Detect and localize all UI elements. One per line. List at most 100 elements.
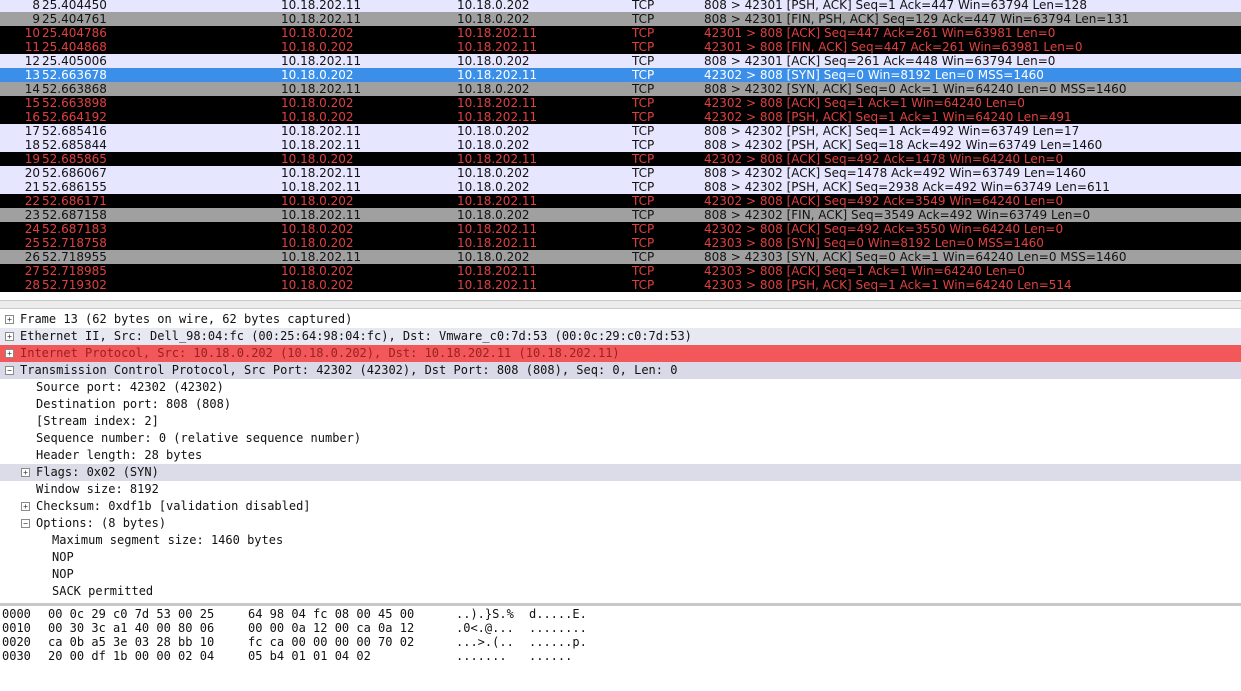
packet-row[interactable]: 19 52.685865 10.18.0.202 10.18.202.11 TCP 423… — [0, 152, 1241, 166]
packet-number: 28 — [24, 278, 40, 292]
packet-info: 42302 > 808 [ACK] Seq=492 Ack=3550 Win=6… — [704, 222, 1064, 236]
detail-tree-item[interactable]: Window size: 8192 — [0, 481, 1241, 498]
packet-row[interactable]: 15 52.663898 10.18.0.202 10.18.202.11 TCP 423… — [0, 96, 1241, 110]
packet-number: 21 — [24, 180, 40, 194]
packet-destination: 10.18.202.11 — [457, 96, 538, 110]
packet-source: 10.18.202.11 — [281, 0, 362, 12]
detail-tree-label: Window size: 8192 — [36, 482, 159, 496]
packet-row[interactable]: 11 25.404868 10.18.0.202 10.18.202.11 TCP 423… — [0, 40, 1241, 54]
expand-icon[interactable]: + — [21, 502, 30, 511]
packet-source: 10.18.0.202 — [281, 194, 354, 208]
packet-destination: 10.18.202.11 — [457, 222, 538, 236]
packet-protocol: TCP — [632, 194, 655, 208]
detail-tree-item[interactable]: − Options: (8 bytes) — [0, 515, 1241, 532]
packet-number: 25 — [24, 236, 40, 250]
packet-row[interactable]: 16 52.664192 10.18.0.202 10.18.202.11 TCP 423… — [0, 110, 1241, 124]
packet-protocol: TCP — [632, 68, 655, 82]
packet-row[interactable]: 26 52.718955 10.18.202.11 10.18.0.202 TCP 808… — [0, 250, 1241, 264]
packet-destination: 10.18.202.11 — [457, 110, 538, 124]
detail-tree-item[interactable]: − Transmission Control Protocol, Src Port… — [0, 362, 1241, 379]
detail-tree-item[interactable]: Source port: 42302 (42302) — [0, 379, 1241, 396]
packet-time: 25.405006 — [42, 54, 107, 68]
detail-tree-label: Flags: 0x02 (SYN) — [36, 465, 159, 479]
packet-row[interactable]: 17 52.685416 10.18.202.11 10.18.0.202 TCP 808… — [0, 124, 1241, 138]
detail-tree-label: NOP — [52, 550, 74, 564]
packet-source: 10.18.0.202 — [281, 278, 354, 292]
packet-list[interactable]: 8 25.404450 10.18.202.11 10.18.0.202 TCP 808 … — [0, 0, 1241, 300]
detail-tree-item[interactable]: NOP — [0, 549, 1241, 566]
packet-row[interactable]: 12 25.405006 10.18.202.11 10.18.0.202 TCP 808… — [0, 54, 1241, 68]
detail-tree-item[interactable]: + Ethernet II, Src: Dell_98:04:fc (00:25:… — [0, 328, 1241, 345]
packet-destination: 10.18.202.11 — [457, 264, 538, 278]
packet-time: 52.686155 — [42, 180, 107, 194]
hex-ascii: ........ — [529, 621, 587, 635]
detail-tree-item[interactable]: + Checksum: 0xdf1b [validation disabled] — [0, 498, 1241, 515]
packet-source: 10.18.202.11 — [281, 138, 362, 152]
packet-row[interactable]: 24 52.687183 10.18.0.202 10.18.202.11 TCP 423… — [0, 222, 1241, 236]
packet-details-tree[interactable]: + Frame 13 (62 bytes on wire, 62 bytes ca… — [0, 310, 1241, 603]
detail-tree-item[interactable]: SACK permitted — [0, 583, 1241, 600]
collapse-icon[interactable]: − — [5, 366, 14, 375]
packet-row[interactable]: 28 52.719302 10.18.0.202 10.18.202.11 TCP 423… — [0, 278, 1241, 292]
packet-source: 10.18.202.11 — [281, 180, 362, 194]
detail-tree-label: Sequence number: 0 (relative sequence nu… — [36, 431, 362, 445]
packet-number: 16 — [24, 110, 40, 124]
pane-splitter[interactable] — [0, 300, 1241, 309]
packet-protocol: TCP — [632, 0, 655, 12]
packet-time: 52.686171 — [42, 194, 107, 208]
detail-tree-label: NOP — [52, 567, 74, 581]
hex-bytes: 05 b4 01 01 04 02 — [248, 649, 371, 663]
hex-bytes: 00 00 0a 12 00 ca 0a 12 — [248, 621, 415, 635]
hex-ascii: d.....E. — [529, 607, 587, 621]
packet-time: 52.663678 — [42, 68, 107, 82]
detail-tree-item[interactable]: + Flags: 0x02 (SYN) — [0, 464, 1241, 481]
expand-icon[interactable]: + — [5, 349, 14, 358]
detail-tree-item[interactable]: Sequence number: 0 (relative sequence nu… — [0, 430, 1241, 447]
detail-tree-item[interactable]: Header length: 28 bytes — [0, 447, 1241, 464]
packet-destination: 10.18.202.11 — [457, 40, 538, 54]
packet-time: 52.663868 — [42, 82, 107, 96]
packet-row[interactable]: 22 52.686171 10.18.0.202 10.18.202.11 TCP 423… — [0, 194, 1241, 208]
packet-protocol: TCP — [632, 222, 655, 236]
packet-source: 10.18.202.11 — [281, 250, 362, 264]
detail-tree-item[interactable]: NOP — [0, 566, 1241, 583]
detail-tree-item[interactable]: Maximum segment size: 1460 bytes — [0, 532, 1241, 549]
packet-row[interactable]: 14 52.663868 10.18.202.11 10.18.0.202 TCP 808… — [0, 82, 1241, 96]
packet-row[interactable]: 10 25.404786 10.18.0.202 10.18.202.11 TCP 423… — [0, 26, 1241, 40]
detail-tree-item[interactable]: + Frame 13 (62 bytes on wire, 62 bytes ca… — [0, 311, 1241, 328]
packet-row[interactable]: 18 52.685844 10.18.202.11 10.18.0.202 TCP 808… — [0, 138, 1241, 152]
detail-tree-item[interactable]: + Internet Protocol, Src: 10.18.0.202 (10… — [0, 345, 1241, 362]
packet-protocol: TCP — [632, 152, 655, 166]
packet-time: 52.663898 — [42, 96, 107, 110]
packet-row[interactable]: 20 52.686067 10.18.202.11 10.18.0.202 TCP 808… — [0, 166, 1241, 180]
hex-ascii: ......p. — [529, 635, 587, 649]
packet-row[interactable]: 9 25.404761 10.18.202.11 10.18.0.202 TCP 808 … — [0, 12, 1241, 26]
packet-source: 10.18.0.202 — [281, 68, 354, 82]
packet-destination: 10.18.202.11 — [457, 278, 538, 292]
packet-number: 14 — [24, 82, 40, 96]
packet-row[interactable]: 13 52.663678 10.18.0.202 10.18.202.11 TCP 423… — [0, 68, 1241, 82]
packet-info: 42303 > 808 [PSH, ACK] Seq=1 Ack=1 Win=6… — [704, 278, 1072, 292]
packet-number: 19 — [24, 152, 40, 166]
packet-info: 42301 > 808 [FIN, ACK] Seq=447 Ack=261 W… — [704, 40, 1083, 54]
packet-row[interactable]: 8 25.404450 10.18.202.11 10.18.0.202 TCP 808 … — [0, 0, 1241, 12]
packet-info: 808 > 42302 [ACK] Seq=1478 Ack=492 Win=6… — [704, 166, 1086, 180]
packet-info: 42301 > 808 [ACK] Seq=447 Ack=261 Win=63… — [704, 26, 1056, 40]
detail-tree-item[interactable]: Destination port: 808 (808) — [0, 396, 1241, 413]
packet-row[interactable]: 21 52.686155 10.18.202.11 10.18.0.202 TCP 808… — [0, 180, 1241, 194]
expand-icon[interactable]: + — [5, 332, 14, 341]
packet-row[interactable]: 27 52.718985 10.18.0.202 10.18.202.11 TCP 423… — [0, 264, 1241, 278]
packet-source: 10.18.0.202 — [281, 26, 354, 40]
packet-row[interactable]: 23 52.687158 10.18.202.11 10.18.0.202 TCP 808… — [0, 208, 1241, 222]
expand-icon[interactable]: + — [5, 315, 14, 324]
packet-source: 10.18.0.202 — [281, 96, 354, 110]
expand-icon[interactable]: + — [21, 468, 30, 477]
detail-tree-item[interactable]: [Stream index: 2] — [0, 413, 1241, 430]
hex-ascii: .0<.@... — [456, 621, 514, 635]
collapse-icon[interactable]: − — [21, 519, 30, 528]
packet-destination: 10.18.202.11 — [457, 26, 538, 40]
packet-bytes-pane[interactable]: 0000 00 0c 29 c0 7d 53 00 25 64 98 04 fc 0… — [0, 606, 1241, 691]
packet-protocol: TCP — [632, 236, 655, 250]
packet-info: 808 > 42301 [FIN, PSH, ACK] Seq=129 Ack=… — [704, 12, 1130, 26]
packet-row[interactable]: 25 52.718758 10.18.0.202 10.18.202.11 TCP 423… — [0, 236, 1241, 250]
